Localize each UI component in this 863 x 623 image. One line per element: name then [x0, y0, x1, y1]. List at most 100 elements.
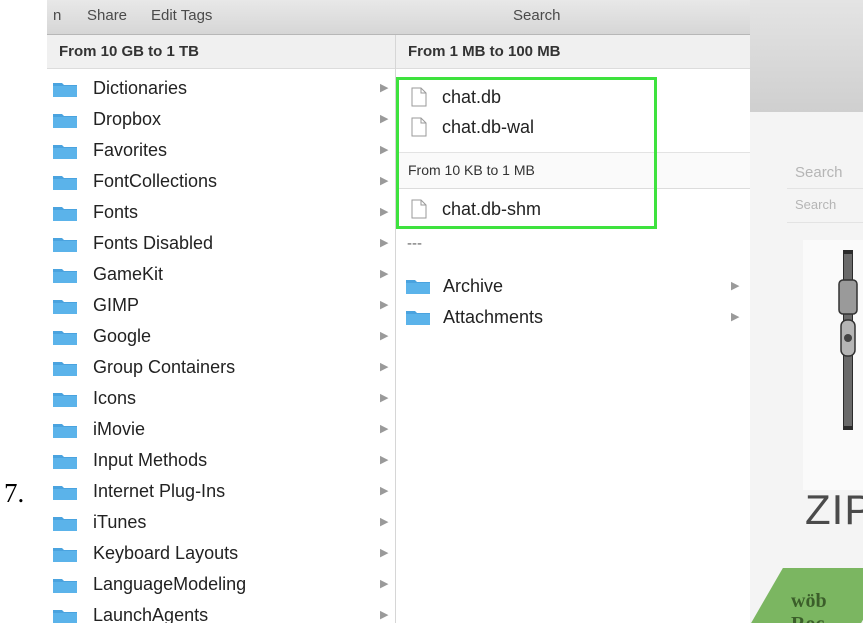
group-header-label: From 10 GB to 1 TB — [59, 43, 200, 60]
search-label[interactable]: Search — [513, 7, 561, 24]
folder-icon — [53, 207, 77, 221]
disclosure-arrow-icon: ▶ — [380, 454, 389, 466]
toolbar-cut-label: n — [53, 7, 62, 24]
folder-row[interactable]: Dropbox ▶ — [47, 104, 395, 135]
folder-row[interactable]: LaunchAgents ▶ — [47, 600, 395, 623]
disclosure-arrow-icon: ▶ — [380, 485, 389, 497]
folder-name: Fonts — [93, 202, 139, 222]
edit-tags-button[interactable]: Edit Tags — [151, 7, 212, 24]
folder-name: LaunchAgents — [93, 605, 209, 623]
folder-name: Dropbox — [93, 109, 162, 129]
folder-row[interactable]: Dictionaries ▶ — [47, 73, 395, 104]
folder-icon — [53, 238, 77, 252]
screenshot: Search Search ZIP wöb Roc n Share Edit T… — [47, 0, 863, 623]
folder-name: Google — [93, 326, 152, 346]
folder-name: FontCollections — [93, 171, 218, 191]
folder-row[interactable]: iTunes ▶ — [47, 507, 395, 538]
folder-row-attachments[interactable]: Attachments ▶ — [396, 302, 750, 332]
folder-name: Internet Plug-Ins — [93, 481, 226, 501]
folder-icon — [53, 486, 77, 500]
divider — [787, 188, 863, 189]
disclosure-arrow-icon: ▶ — [380, 206, 389, 218]
folder-name: Dictionaries — [93, 78, 188, 98]
folder-name: Icons — [93, 388, 137, 408]
folder-icon — [53, 517, 77, 531]
folder-name: iTunes — [93, 512, 147, 532]
folder-icon — [53, 176, 77, 190]
folder-row[interactable]: iMovie ▶ — [47, 414, 395, 445]
disclosure-arrow-icon: ▶ — [380, 423, 389, 435]
background-zip-window: Search Search ZIP wöb Roc — [747, 0, 863, 623]
disclosure-arrow-icon: ▶ — [380, 299, 389, 311]
disclosure-arrow-icon: ▶ — [380, 361, 389, 373]
folder-row[interactable]: GameKit ▶ — [47, 259, 395, 290]
watermark-text: wöb Roc — [791, 590, 827, 623]
folder-icon — [53, 579, 77, 593]
folder-icon — [53, 300, 77, 314]
folder-icon — [53, 114, 77, 128]
toolbar: n Share Edit Tags Search — [47, 0, 750, 35]
folder-name: Favorites — [93, 140, 168, 160]
folder-icon — [53, 455, 77, 469]
folder-icon — [53, 331, 77, 345]
zipper-icon — [838, 250, 858, 430]
folder-name: Keyboard Layouts — [93, 543, 239, 563]
folder-name: GIMP — [93, 295, 140, 315]
folder-row[interactable]: FontCollections ▶ — [47, 166, 395, 197]
group-header-label: From 1 MB to 100 MB — [408, 43, 561, 60]
divider — [787, 222, 863, 223]
folder-icon — [53, 548, 77, 562]
folder-row[interactable]: Fonts ▶ — [47, 197, 395, 228]
folder-icon — [53, 610, 77, 623]
folder-icon — [53, 83, 77, 97]
folder-name: Fonts Disabled — [93, 233, 214, 253]
finder-window: n Share Edit Tags Search From 10 GB to 1… — [47, 0, 750, 623]
folder-row-archive[interactable]: Archive ▶ — [396, 271, 750, 301]
folder-row[interactable]: Input Methods ▶ — [47, 445, 395, 476]
disclosure-arrow-icon: ▶ — [731, 280, 740, 292]
folder-icon — [406, 280, 430, 294]
disclosure-arrow-icon: ▶ — [380, 268, 389, 280]
folder-row[interactable]: LanguageModeling ▶ — [47, 569, 395, 600]
disclosure-arrow-icon: ▶ — [380, 237, 389, 249]
folder-icon — [53, 145, 77, 159]
folder-row[interactable]: GIMP ▶ — [47, 290, 395, 321]
folder-row[interactable]: Favorites ▶ — [47, 135, 395, 166]
folder-name: LanguageModeling — [93, 574, 247, 594]
folder-name: Attachments — [443, 307, 544, 327]
folder-icon — [406, 311, 430, 325]
share-button[interactable]: Share — [87, 7, 127, 24]
folder-row[interactable]: Internet Plug-Ins ▶ — [47, 476, 395, 507]
folder-name: Input Methods — [93, 450, 208, 470]
background-search-field[interactable]: Search — [795, 197, 836, 212]
group-header: From 1 MB to 100 MB — [396, 35, 750, 69]
folder-name: Archive — [443, 276, 504, 296]
disclosure-arrow-icon: ▶ — [380, 547, 389, 559]
group-header: From 10 GB to 1 TB — [47, 35, 395, 69]
disclosure-arrow-icon: ▶ — [380, 113, 389, 125]
disclosure-arrow-icon: ▶ — [380, 144, 389, 156]
disclosure-arrow-icon: ▶ — [380, 330, 389, 342]
folder-row[interactable]: Group Containers ▶ — [47, 352, 395, 383]
disclosure-arrow-icon: ▶ — [380, 392, 389, 404]
highlight-box — [396, 77, 657, 229]
disclosure-arrow-icon: ▶ — [380, 578, 389, 590]
disclosure-arrow-icon: ▶ — [380, 609, 389, 621]
folder-name: GameKit — [93, 264, 164, 284]
disclosure-arrow-icon: ▶ — [380, 175, 389, 187]
step-number: 7. — [4, 478, 25, 508]
folder-name: iMovie — [93, 419, 146, 439]
folder-row[interactable]: Fonts Disabled ▶ — [47, 228, 395, 259]
folder-icon — [53, 362, 77, 376]
disclosure-arrow-icon: ▶ — [731, 311, 740, 323]
folder-icon — [53, 393, 77, 407]
column-folders: From 10 GB to 1 TB Dictionaries ▶ Dropbox ▶… — [47, 35, 396, 623]
folder-row[interactable]: Keyboard Layouts ▶ — [47, 538, 395, 569]
folder-row[interactable]: Google ▶ — [47, 321, 395, 352]
disclosure-arrow-icon: ▶ — [380, 516, 389, 528]
group-separator: --- — [407, 235, 422, 252]
disclosure-arrow-icon: ▶ — [380, 82, 389, 94]
folder-icon — [53, 424, 77, 438]
background-titlebar — [747, 0, 863, 112]
folder-row[interactable]: Icons ▶ — [47, 383, 395, 414]
